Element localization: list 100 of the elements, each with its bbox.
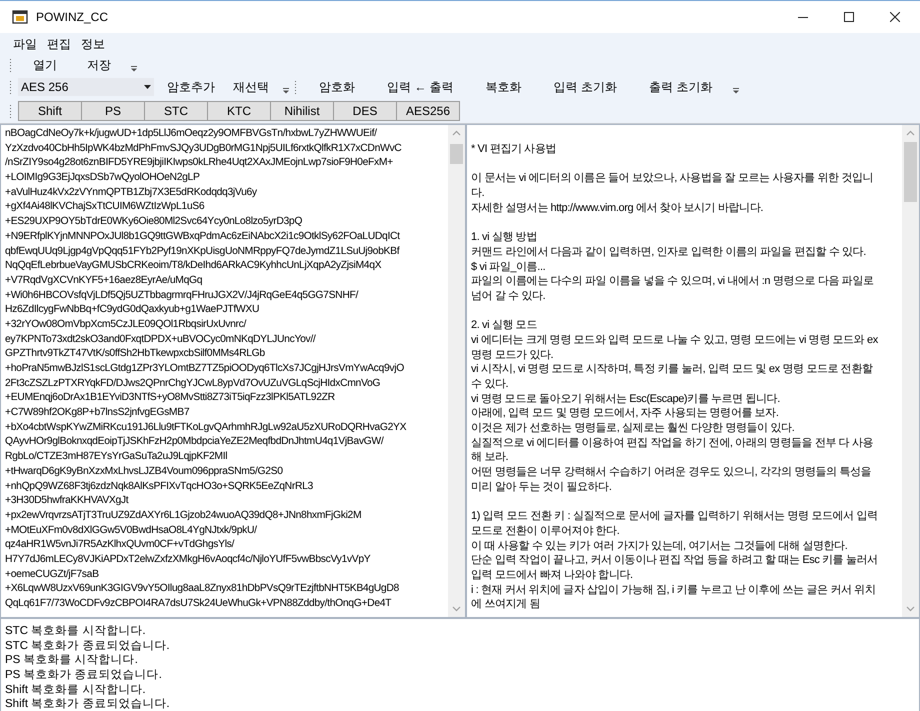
text-line: +LOIMIg9G3EjJqxsDSb7wQyolOHOeN2gLP [5, 171, 201, 186]
log-line: STC 복호화를 시작합니다. [5, 624, 147, 639]
text-line: +bXo4cbtWspKYwZMiRKcu191J6Llu9tFTKoLgvQArhmhRJgLw92aU5zXURoDQRHvaG2YX [5, 420, 408, 435]
output-text-area[interactable] [466, 124, 920, 618]
toolbar-button[interactable]: 복호화 [470, 76, 538, 98]
text-line: * VI 편집기 사용법 [471, 142, 558, 157]
toolbar-button[interactable]: 암호추가 [158, 76, 224, 98]
cipher-button[interactable]: Shift [18, 101, 82, 121]
text-line: vi 시작시, vi 명령 모드로 시작하며, 특정 키를 눌러, 입력 모드 및 ex 명령 모드로 전환할 [471, 362, 874, 377]
overflow-icon[interactable] [282, 86, 290, 94]
text-line: +gXf4Ai48lKVChajSxTtCUIM6WZtIzWpL1uS6 [5, 200, 206, 214]
text-line: +oemeCUGZt/jF7saB [5, 568, 100, 582]
text-line: RgbLo/CTZE3mH87EYsYrGaSuTa2uJ9LqjpKF2MIl [5, 450, 228, 464]
close-icon[interactable] [890, 12, 900, 22]
text-line: 단순 입력 작업이 끝나고, 커서 이동이나 편집 작업 등을 하려고 할 때는 Esc 키를 눌러서 [471, 553, 879, 568]
toolbar-button[interactable]: 출력 초기화 [633, 76, 728, 98]
text-line: 명령 모드가 있다. [471, 348, 554, 362]
toolbar-button[interactable]: 열기 [18, 54, 72, 76]
menu-item[interactable]: 파일 [13, 36, 37, 53]
text-line: 미리 알아 두는 것이 필요하다. [471, 480, 612, 494]
text-line: 2. vi 실행 모드 [471, 318, 538, 333]
cipher-button[interactable]: DES [333, 101, 397, 121]
cipher-button[interactable]: STC [144, 101, 208, 121]
toolbar-button[interactable]: 입력 초기화 [538, 76, 634, 98]
window-title: POWINZ_CC [36, 10, 108, 24]
toolbar-button[interactable]: 암호화 [303, 76, 371, 98]
text-line: +3H30D5hwfraKKHVAVXgJt [5, 494, 130, 508]
text-line: QAyvHOr9glBoknxqdEoipTjJSKhFzH2p0MbdpciaYeZE2MeqfbdDnJhtmU4q1VjBavGW/ [5, 435, 385, 450]
text-line: 어떤 명령들은 너무 강력해서 수습하기 어려운 경우도 있으니, 각각의 명령들의 특성을 [471, 465, 872, 480]
text-line: +EUMEnqj6oDrAx1B1EYviD3NTfS+yO8MvStti8Z73iT5iqFzz3lPKl5ATL92ZR [5, 391, 336, 406]
text-line: 아래에, 입력 모드 및 명령 모드에서, 자주 사용되는 명령어를 보자. [471, 406, 780, 422]
text-line: 모드로 전환이 이루어져야 한다. [471, 524, 620, 539]
text-line: 이 문서는 vi 에디터의 이름은 들어 보았으나, 사용법을 잘 모르는 사용자를 위한 것입니 [471, 171, 874, 186]
text-line: $ vi 파일_이름... [471, 260, 546, 274]
log-line: Shift 복호화가 종료되었습니다. [5, 697, 171, 711]
text-line: 수 있다. [471, 377, 510, 392]
text-line: NqQqEfLebrbueVayGMUSbCRKeoim/T8/kDeIhd6ARkAC9KyhhcUnLjXqpA2yZjsiM4qX [5, 259, 382, 274]
text-line: 이 때 사용할 수 있는 키가 여러 가지가 있는데, 여기서는 그것들에 대해 설명한다. [471, 538, 848, 554]
text-line: ey7KPNTo73xdt2skO3and0FxqtDPDX+uBVOCyc0mNKqDYLJUncYov// [5, 332, 317, 347]
cipher-button[interactable]: KTC [207, 101, 271, 121]
cipher-dropdown[interactable]: AES 256 [18, 78, 154, 96]
cipher-button[interactable]: PS [81, 101, 145, 121]
cipher-button[interactable]: Nihilist [270, 101, 334, 121]
text-line: Hz6ZdIlcygFwNbBq+fC9ydG0dQaxkyub+g1WaePJTfWXU [5, 303, 260, 318]
text-line: 에 쓰여지게 됨 [471, 597, 541, 612]
text-line: +X6LqwW8UzxV69unK3GIGV9vY5OIlug8aaL8Znyx81hDbPVsQ9rTEzjftbNHT5KB4gUgD8 [5, 582, 400, 596]
text-line: QqLq61F7/73WoCDFv9zCBPOI4RA7dsU7Sk24UeWhuGk+VPN88Zddby/thOnqG+De4T [5, 597, 392, 611]
text-line: 2Ft3cZSZLzPTXRYqkFD/DJws2QPnrChgYJCwL8ypVd7OvUZuVGLqScjHIdxCmnVoG [5, 376, 382, 391]
text-line: +px2ewVrqvrzsATjT3TruUZ9ZdAXYr6L1Gjzob24wuoAQ39dQ8+JNn8hxmFjGki2M [5, 508, 362, 523]
log-line: PS 복호화가 종료되었습니다. [5, 668, 163, 683]
text-line: +32rYOw08OmVbpXcm5CzJLE09QOl1RbqsirUxUvnrc/ [5, 318, 248, 332]
text-line: 해 보라. [471, 450, 510, 466]
toolbar-button[interactable]: 입력 ← 출력 [371, 76, 470, 98]
scroll-thumb[interactable] [904, 142, 917, 202]
text-line: YzXzdvo40CbHh5IpWK4bzMdPhFmvSJQy3UDgB0rMG1Npj5UILf6rxtkQlfkR1X7xCDnWvC [5, 142, 402, 156]
text-line: +ES29UXP9OY5bTdrE0WKy6Oie80Ml2Svc64Ycy0nLo8lzo5yrD3pQ [5, 215, 304, 230]
text-line: +C7W89hf2OKg8P+b7lnsS2jnfvgEGsMB7 [5, 406, 190, 420]
scrollbar[interactable] [448, 125, 465, 617]
text-line: /nSrZIY9so4g28ot6znBIFD5YRE9jbjiIKIwps0kLRhe4Uqt2XAxJMEojnLwp7sioF9H0eFxM+ [5, 156, 394, 170]
text-line: 넘어 갈 수 있다. [471, 288, 546, 304]
text-line: i : 현재 커서 위치에 글자 삽입이 가능해 짐, i 키를 누르고 난 이후에 쓰는 글은 커서 위치 [471, 582, 876, 598]
text-line: +nhQpQ9WZ68F3tj6zdzNqk8AlKsPFIXvTqcHO3o+SQRK5EeZqNrRL3 [5, 480, 314, 494]
text-line: +MOtEuXFm0v8dXlGGw5V0BwdHsaO8L4YgNJtxk/9pkU/ [5, 524, 258, 538]
text-line: 실질적으로 vi 에디터를 이용하여 편집 작업을 하기 전에, 아래의 명령들을 전부 다 사용 [471, 436, 874, 450]
overflow-icon[interactable] [130, 64, 138, 72]
text-line: +Wi0h6HBCOVsfqVjLDf5Qj5UZTbbagrmrqFHruJGX2V/J4jRqGeE4q5GG7SNHF/ [5, 288, 360, 303]
text-line: +V7RqdVgXCVnKYF5+16aez8EyrAe/uMqGq [5, 274, 204, 288]
text-line: 파일의 이름에는 다수의 파일 이름을 넣을 수 있으며, vi 내에서 :n 명령으로 다음 파일로 [471, 274, 875, 289]
app-icon [12, 9, 28, 25]
text-line: vi 명령 모드로 돌아오기 위해서는 Esc(Escape)키를 누르면 됩니다. [471, 392, 781, 406]
text-line: 커맨드 라인에서 다음과 같이 입력하면, 인자로 입력한 이름의 파일을 편집할 수 있다. [471, 244, 867, 260]
toolbar-button[interactable]: 저장 [72, 54, 126, 76]
cipher-button[interactable]: AES256 [396, 101, 460, 121]
log-line: Shift 복호화를 시작합니다. [5, 682, 147, 698]
text-line: 1) 입력 모드 전환 키 : 실질적으로 문서에 글자를 입력하기 위해서는 명령 모드에서 입력 [471, 509, 879, 524]
text-line: +hoPraN5mwBJzlS1scLGtdg1ZPr3YLOmtBZ7TZ5piOODyq6TlcXs7JCgjHJrsVmYwAcq9vjO [5, 362, 405, 376]
text-line: qz4aHR1W5vnJi7R5AzKlhxQUvm0CF+vTdGhgsYls/ [5, 538, 236, 552]
scrollbar[interactable] [902, 125, 919, 617]
text-line: H7Y7dJ6mLECy8VJKiAPDxT2elwZxfzXMkgH6vAoqcf4c/NjloYUfF5vwBbscVy1vVpY [5, 552, 372, 567]
toolbar-button[interactable]: 재선택 [224, 76, 278, 98]
text-line: 1. vi 실행 방법 [471, 230, 538, 245]
dropdown-arrow-icon [144, 85, 151, 89]
text-line: 입력 모드에서 빠져 나와야 합니다. [471, 568, 634, 583]
text-line: +aVulHuz4kVx2zVYnmQPTB1Zbj7X3E5dRKodqdq3jVu6y [5, 186, 258, 200]
text-line: +tHwarqD6gK9yBnXzxMxLhvsLJZB4Voum096ppraSNm5/G2S0 [5, 464, 284, 479]
scroll-thumb[interactable] [450, 144, 463, 164]
log-line: PS 복호화를 시작합니다. [5, 653, 139, 668]
text-line: 자세한 설명서는 http://www.vim.org 에서 찾아 보시기 바랍니다. [471, 200, 764, 216]
text-line: 이것은 제가 선호하는 명령들로, 실제로는 훨씬 다양한 명령들이 있다. [471, 421, 796, 436]
text-line: qbfEwqUUq9Ljgp4gVpQqq51FYb2Pyf19nXKpUisgUoNMRppyFQ7deJymdZ1LSuUj9obKBf [5, 244, 401, 258]
text-line: +N9ERfplKYjnMNNPOxJUl8b1GQ9ttGWBxqPdmAc6zEiNAbcX2i1c9OtklSy62FOaLUDqICt [5, 230, 401, 244]
menu-item[interactable]: 편집 [47, 36, 71, 53]
maximize-icon[interactable] [844, 12, 854, 22]
text-line: GPZThrtv9TkZT47VtK/s0ffSh2HbTkewpxcbSilf0MMs4RLGb [5, 347, 266, 362]
log-line: STC 복호화가 종료되었습니다. [5, 638, 171, 654]
text-line: 다. [471, 186, 486, 201]
text-line: vi 에디터는 크게 명령 모드와 입력 모드로 나눌 수 있고, 명령 모드에는 vi 명령 모드와 ex [471, 332, 879, 348]
input-text-area[interactable] [0, 124, 466, 618]
overflow-icon[interactable] [732, 86, 740, 94]
menu-item[interactable]: 정보 [81, 36, 105, 53]
